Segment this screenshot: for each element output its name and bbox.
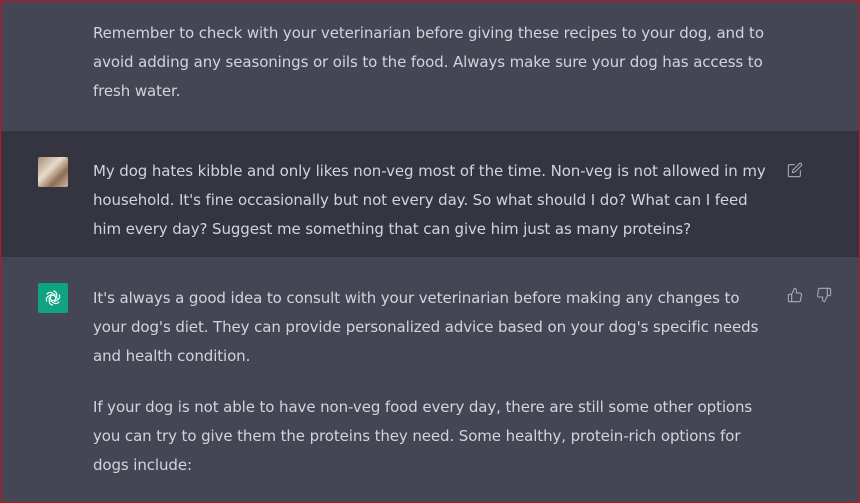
message-paragraph: Remember to check with your veterinarian… bbox=[93, 24, 764, 100]
thumbs-down-icon[interactable] bbox=[815, 286, 833, 304]
message-text: It's always a good idea to consult with … bbox=[93, 284, 773, 480]
message-paragraph: It's always a good idea to consult with … bbox=[93, 289, 759, 365]
edit-icon[interactable] bbox=[786, 161, 804, 179]
user-message: My dog hates kibble and only likes non-v… bbox=[0, 131, 860, 257]
message-paragraph: If your dog is not able to have non-veg … bbox=[93, 398, 753, 474]
message-paragraph: My dog hates kibble and only likes non-v… bbox=[93, 162, 766, 238]
openai-logo-icon bbox=[38, 283, 68, 313]
message-text: My dog hates kibble and only likes non-v… bbox=[93, 157, 773, 244]
message-text: Remember to check with your veterinarian… bbox=[93, 19, 773, 106]
thumbs-up-icon[interactable] bbox=[786, 286, 804, 304]
assistant-message-previous: Remember to check with your veterinarian… bbox=[0, 0, 860, 131]
assistant-message: It's always a good idea to consult with … bbox=[0, 257, 860, 503]
user-avatar bbox=[38, 157, 68, 187]
